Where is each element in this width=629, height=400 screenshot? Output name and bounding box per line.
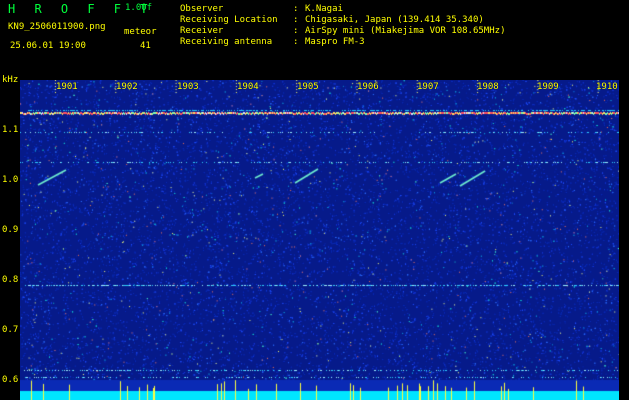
info-separator: : xyxy=(293,37,299,47)
spectrogram-canvas xyxy=(20,80,619,400)
time-label: 1902 xyxy=(116,82,138,92)
info-key: Observer xyxy=(180,4,224,14)
info-value: AirSpy mini (Miakejima VOR 108.65MHz) xyxy=(305,26,506,36)
meteor-label: meteor xyxy=(124,27,157,37)
info-key: Receiver xyxy=(180,26,224,36)
info-separator: : xyxy=(293,26,299,36)
time-label: 1906 xyxy=(357,82,379,92)
y-axis-unit: kHz xyxy=(2,75,19,85)
time-label: 1904 xyxy=(237,82,259,92)
info-key: Receiving Location xyxy=(180,15,278,25)
y-tick-label: 1.1 xyxy=(2,125,19,135)
version-label: 1.00f xyxy=(125,3,153,13)
time-label: 1910 xyxy=(596,82,618,92)
station-info: Observer: K.Nagai Receiving Location: Chig… xyxy=(180,4,505,48)
time-label: 1908 xyxy=(477,82,499,92)
info-value: Maspro FM-3 xyxy=(305,37,365,47)
info-row-receiver: Receiver: AirSpy mini (Miakejima VOR 108.… xyxy=(180,26,505,37)
info-value: Chigasaki, Japan (139.414 35.340) xyxy=(305,15,484,25)
info-separator: : xyxy=(293,4,299,14)
time-label: 1907 xyxy=(417,82,439,92)
y-tick-label: 0.7 xyxy=(2,325,19,335)
time-label: 1909 xyxy=(537,82,559,92)
info-separator: : xyxy=(293,15,299,25)
spectrogram xyxy=(20,80,619,400)
filename-label: KN9_2506011900.png xyxy=(8,22,106,32)
meteor-count: 41 xyxy=(140,41,151,51)
time-label: 1905 xyxy=(297,82,319,92)
timestamp-label: 25.06.01 19:00 xyxy=(10,41,86,51)
info-row-antenna: Receiving antenna: Maspro FM-3 xyxy=(180,37,505,48)
info-value: K.Nagai xyxy=(305,4,343,14)
y-tick-label: 0.6 xyxy=(2,375,19,385)
header-panel: H R O F F T 1.00f KN9_2506011900.png met… xyxy=(0,0,629,78)
time-label: 1903 xyxy=(177,82,199,92)
info-row-location: Receiving Location: Chigasaki, Japan (139… xyxy=(180,15,505,26)
y-tick-label: 0.9 xyxy=(2,225,19,235)
y-tick-label: 0.8 xyxy=(2,275,19,285)
info-key: Receiving antenna xyxy=(180,37,273,47)
time-label: 1901 xyxy=(56,82,78,92)
info-row-observer: Observer: K.Nagai xyxy=(180,4,505,15)
y-tick-label: 1.0 xyxy=(2,175,19,185)
